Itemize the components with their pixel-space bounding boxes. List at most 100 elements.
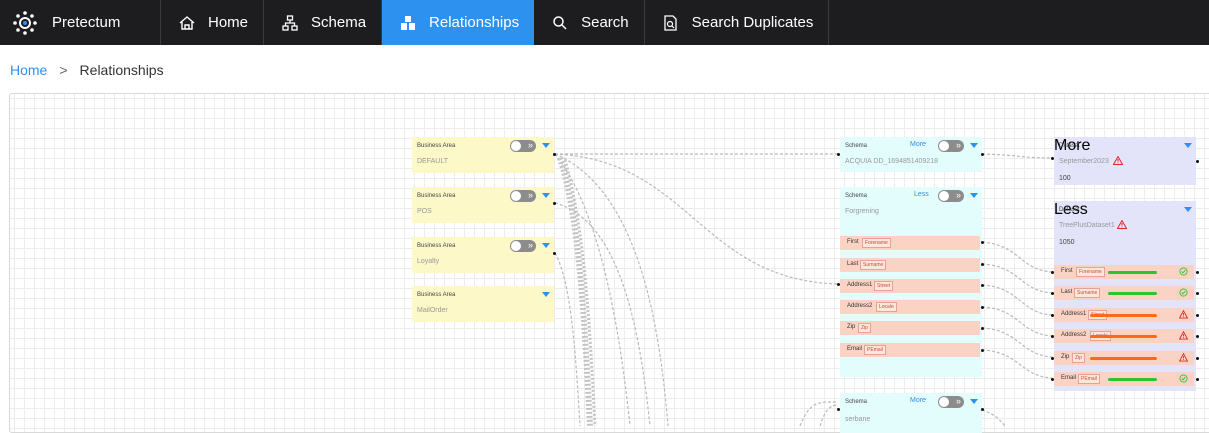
caret-down-icon[interactable] [970, 193, 978, 198]
schema-node[interactable]: Schema Forgrening Less » First Forename L… [840, 187, 982, 377]
connector-dot[interactable] [553, 252, 556, 255]
schema-field-row[interactable]: Address2 Locale [840, 300, 980, 314]
dataset-field-row[interactable]: Address2Locale [1054, 329, 1194, 344]
business-area-node[interactable]: Business Area MailOrder [412, 286, 554, 322]
nav-search[interactable]: Search [534, 0, 645, 45]
dataset-field-row[interactable]: First Forename [1054, 265, 1194, 279]
connector-dot[interactable] [837, 408, 840, 411]
field-tag: Forename [862, 238, 891, 248]
record-count: 1050 [1059, 239, 1075, 246]
expand-toggle[interactable]: » [938, 396, 964, 408]
node-name: POS [417, 208, 432, 215]
dataset-node[interactable]: Dataset September2023 100 More [1054, 137, 1196, 185]
connector-dot[interactable] [553, 202, 556, 205]
check-circle-icon [1179, 374, 1188, 383]
expand-toggle[interactable]: » [938, 190, 964, 202]
nav-search-duplicates-label: Search Duplicates [691, 14, 814, 31]
business-area-node[interactable]: Business Area DEFAULT » [412, 137, 554, 173]
connector-dot[interactable] [553, 153, 556, 156]
field-label: Email [847, 346, 863, 352]
connector-dot[interactable] [981, 306, 984, 309]
connector-dot[interactable] [1196, 356, 1199, 360]
node-type-label: Dataset [1059, 143, 1080, 149]
connector-dot[interactable] [1051, 378, 1054, 381]
business-area-node[interactable]: Business Area Loyalty » [412, 237, 554, 273]
breadcrumb: Home > Relationships [10, 62, 164, 78]
connector-dot[interactable] [1196, 160, 1199, 163]
node-type-label: Schema [845, 143, 868, 149]
nav-schema[interactable]: Schema [264, 0, 383, 45]
caret-down-icon[interactable] [542, 143, 550, 148]
node-type-label: Business Area [417, 143, 456, 149]
relationships-canvas[interactable] [9, 93, 1209, 433]
connector-dot[interactable] [981, 349, 984, 352]
quality-bar [1090, 335, 1157, 339]
connector-dot[interactable] [837, 153, 840, 156]
node-name: ACQUIA DD_1694851409218 [845, 158, 939, 165]
node-name: September2023 [1059, 158, 1109, 165]
hierarchy-icon [282, 14, 298, 31]
dataset-field-row[interactable]: Email PEmail [1054, 372, 1194, 386]
node-name: TreePlusDataset1 [1059, 222, 1115, 229]
more-toggle[interactable]: More [910, 141, 926, 148]
connector-dot[interactable] [1051, 356, 1054, 360]
nav-relationships[interactable]: Relationships [382, 0, 535, 45]
dataset-field-row[interactable]: Address1Street [1054, 307, 1194, 322]
less-toggle[interactable]: Less [914, 191, 929, 198]
caret-down-icon[interactable] [970, 143, 978, 148]
schema-field-row[interactable]: Email PEmail [840, 343, 980, 357]
node-type-label: Schema [845, 399, 868, 405]
connector-dot[interactable] [981, 327, 984, 330]
more-toggle[interactable]: More [910, 397, 926, 404]
node-type-label: Business Area [417, 292, 456, 298]
schema-field-row[interactable]: Last Surname [840, 258, 980, 272]
schema-node[interactable]: Schema ACQUIA DD_1694851409218 More » [840, 137, 982, 172]
dataset-field-row[interactable]: Zip Zip [1054, 350, 1194, 365]
schema-field-row[interactable]: First Forename [840, 236, 980, 250]
field-tag: Surname [860, 260, 887, 270]
connector-dot[interactable] [837, 283, 840, 286]
connector-dot[interactable] [1051, 271, 1054, 274]
record-count: 100 [1059, 175, 1071, 182]
connector-dot[interactable] [981, 241, 984, 244]
nav-home[interactable]: Home [161, 0, 265, 45]
brand[interactable]: Pretectum [0, 0, 161, 45]
breadcrumb-home[interactable]: Home [10, 62, 47, 78]
business-area-node[interactable]: Business Area POS » [412, 187, 554, 223]
caret-down-icon[interactable] [970, 399, 978, 404]
connector-dot[interactable] [981, 408, 984, 411]
quality-bar [1090, 356, 1157, 360]
caret-down-icon[interactable] [542, 193, 550, 198]
caret-down-icon[interactable] [1184, 143, 1192, 148]
connector-dot[interactable] [1196, 378, 1199, 381]
home-icon [179, 15, 195, 30]
connector-dot[interactable] [981, 284, 984, 287]
caret-down-icon[interactable] [542, 292, 550, 297]
relationships-icon [401, 15, 416, 30]
connector-dot[interactable] [1051, 313, 1054, 317]
check-circle-icon [1179, 267, 1188, 276]
dataset-field-row[interactable]: Last Surname [1054, 286, 1194, 301]
schema-field-row[interactable]: Address1 Street [840, 279, 980, 293]
schema-node[interactable]: Schema serbane More » [840, 393, 982, 433]
schema-field-row[interactable]: Zip Zip [840, 321, 980, 335]
connector-dot[interactable] [1051, 157, 1054, 160]
expand-toggle[interactable]: » [938, 140, 964, 152]
field-tag: PEmail [864, 345, 886, 355]
node-type-label: Dataset [1059, 207, 1080, 213]
expand-toggle[interactable]: » [510, 140, 536, 152]
expand-toggle[interactable]: » [510, 240, 536, 252]
connector-dot[interactable] [1196, 313, 1199, 317]
caret-down-icon[interactable] [1184, 207, 1192, 212]
connector-dot[interactable] [1196, 271, 1199, 274]
warning-icon [1179, 331, 1188, 340]
nav-search-duplicates[interactable]: Search Duplicates [645, 0, 830, 45]
pretectum-logo-icon [13, 10, 37, 35]
caret-down-icon[interactable] [542, 243, 550, 248]
connector-dot[interactable] [981, 153, 984, 156]
field-label: Address2 [847, 303, 873, 309]
connector-dot[interactable] [981, 263, 984, 266]
field-label: Zip [847, 324, 856, 330]
field-tag: Zip [858, 323, 871, 333]
expand-toggle[interactable]: » [510, 190, 536, 202]
